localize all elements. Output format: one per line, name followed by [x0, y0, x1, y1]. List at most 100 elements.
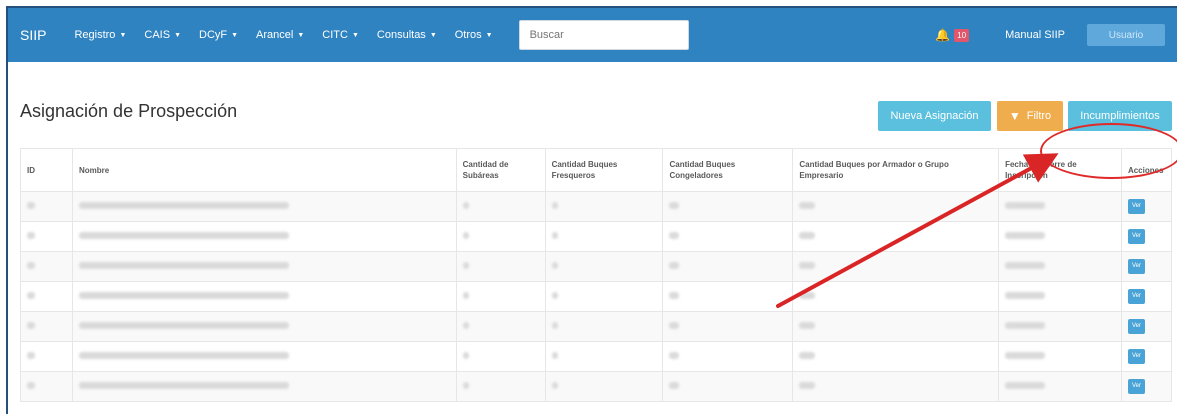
menu-cais[interactable]: CAIS ▼: [144, 29, 181, 41]
view-row-button[interactable]: Ver: [1127, 349, 1145, 364]
search-input[interactable]: [518, 20, 689, 50]
notification-badge[interactable]: 10: [954, 28, 970, 42]
redacted-value: [799, 352, 816, 359]
table-cell: [20, 311, 73, 342]
table-cell: [544, 221, 664, 252]
table-cell: [792, 281, 1000, 312]
menu-citc-label: CITC: [322, 29, 348, 41]
caret-down-icon: ▼: [485, 31, 493, 39]
table-cell: [455, 221, 546, 252]
annotation-ellipse: [1040, 123, 1177, 179]
header-name[interactable]: Nombre: [71, 148, 457, 192]
view-row-button[interactable]: Ver: [1127, 229, 1145, 244]
redacted-value: [799, 232, 816, 239]
manual-link[interactable]: Manual SIIP: [1005, 29, 1065, 41]
redacted-value: [1005, 262, 1046, 269]
header-armador[interactable]: Cantidad Buques por Armador o Grupo Empr…: [792, 148, 1000, 192]
table-cell: [998, 371, 1122, 402]
view-row-button[interactable]: Ver: [1127, 289, 1145, 304]
view-row-button[interactable]: Ver: [1127, 199, 1145, 214]
table-row[interactable]: Ver: [20, 281, 1173, 312]
redacted-value: [27, 202, 35, 209]
redacted-value: [1005, 352, 1046, 359]
table-header-row: ID Nombre Cantidad de Subáreas Cantidad …: [20, 148, 1173, 192]
redacted-value: [551, 202, 558, 209]
view-row-button[interactable]: Ver: [1127, 259, 1145, 274]
table-row[interactable]: Ver: [20, 341, 1173, 372]
menu-otros[interactable]: Otros ▼: [455, 29, 493, 41]
header-subareas[interactable]: Cantidad de Subáreas: [455, 148, 546, 192]
menu-arancel[interactable]: Arancel ▼: [256, 29, 304, 41]
menu-dcyf[interactable]: DCyF ▼: [199, 29, 238, 41]
redacted-value: [462, 232, 469, 239]
redacted-value: [1005, 322, 1046, 329]
table-cell: [71, 191, 457, 222]
table-cell: [792, 191, 1000, 222]
table-cell: [998, 311, 1122, 342]
redacted-value: [462, 292, 469, 299]
header-fresqueros[interactable]: Cantidad Buques Fresqueros: [544, 148, 664, 192]
caret-down-icon: ▼: [119, 31, 127, 39]
redacted-value: [27, 262, 35, 269]
menu-otros-label: Otros: [454, 29, 482, 41]
new-assignment-button[interactable]: Nueva Asignación: [878, 101, 991, 131]
caret-down-icon: ▼: [231, 31, 239, 39]
table-cell: [792, 371, 1000, 402]
menu-citc[interactable]: CITC ▼: [322, 29, 359, 41]
header-congeladores[interactable]: Cantidad Buques Congeladores: [662, 148, 794, 192]
table-cell: [20, 281, 73, 312]
redacted-value: [78, 202, 289, 209]
redacted-value: [78, 322, 289, 329]
redacted-value: [551, 232, 558, 239]
table-cell: [71, 341, 457, 372]
redacted-value: [799, 262, 816, 269]
menu-registro[interactable]: Registro ▼: [74, 29, 126, 41]
table-cell: [998, 281, 1122, 312]
redacted-value: [78, 292, 289, 299]
table-cell: [792, 341, 1000, 372]
redacted-value: [27, 382, 35, 389]
redacted-value: [27, 322, 35, 329]
table-row[interactable]: Ver: [20, 191, 1173, 222]
filter-button[interactable]: ▼ Filtro: [997, 101, 1063, 131]
navbar-right: 🔔 10 Manual SIIP Usuario: [935, 8, 1177, 62]
table-cell: [792, 221, 1000, 252]
table-row[interactable]: Ver: [20, 251, 1173, 282]
caret-down-icon: ▼: [174, 31, 181, 39]
table-cell: [455, 341, 546, 372]
header-id[interactable]: ID: [20, 148, 73, 192]
redacted-value: [669, 352, 680, 359]
table-cell: [71, 281, 457, 312]
redacted-value: [669, 382, 680, 389]
table-cell: [544, 371, 664, 402]
filter-button-label: Filtro: [1026, 110, 1052, 122]
user-menu[interactable]: Usuario: [1087, 24, 1165, 46]
table-cell: [71, 221, 457, 252]
redacted-value: [27, 352, 35, 359]
table-row[interactable]: Ver: [20, 221, 1173, 252]
table-cell: [662, 251, 794, 282]
table-cell: [792, 311, 1000, 342]
redacted-value: [27, 232, 35, 239]
bell-icon[interactable]: 🔔: [935, 28, 950, 42]
table-cell: [998, 221, 1122, 252]
redacted-value: [1005, 232, 1046, 239]
table-cell: [455, 281, 546, 312]
table-cell: [544, 191, 664, 222]
view-row-button[interactable]: Ver: [1127, 319, 1145, 334]
menu-consultas[interactable]: Consultas ▼: [377, 29, 437, 41]
page-title: Asignación de Prospección: [20, 101, 238, 121]
table-cell: [544, 311, 664, 342]
table-row[interactable]: Ver: [20, 311, 1173, 342]
redacted-value: [462, 382, 469, 389]
brand-link[interactable]: SIIP: [20, 27, 46, 43]
redacted-value: [78, 352, 289, 359]
redacted-value: [551, 352, 558, 359]
assignments-table: ID Nombre Cantidad de Subáreas Cantidad …: [20, 148, 1173, 402]
table-cell: [455, 191, 546, 222]
table-cell: [455, 371, 546, 402]
table-cell: [71, 371, 457, 402]
table-row[interactable]: Ver: [20, 371, 1173, 402]
table-cell: [20, 251, 73, 282]
view-row-button[interactable]: Ver: [1127, 379, 1145, 394]
